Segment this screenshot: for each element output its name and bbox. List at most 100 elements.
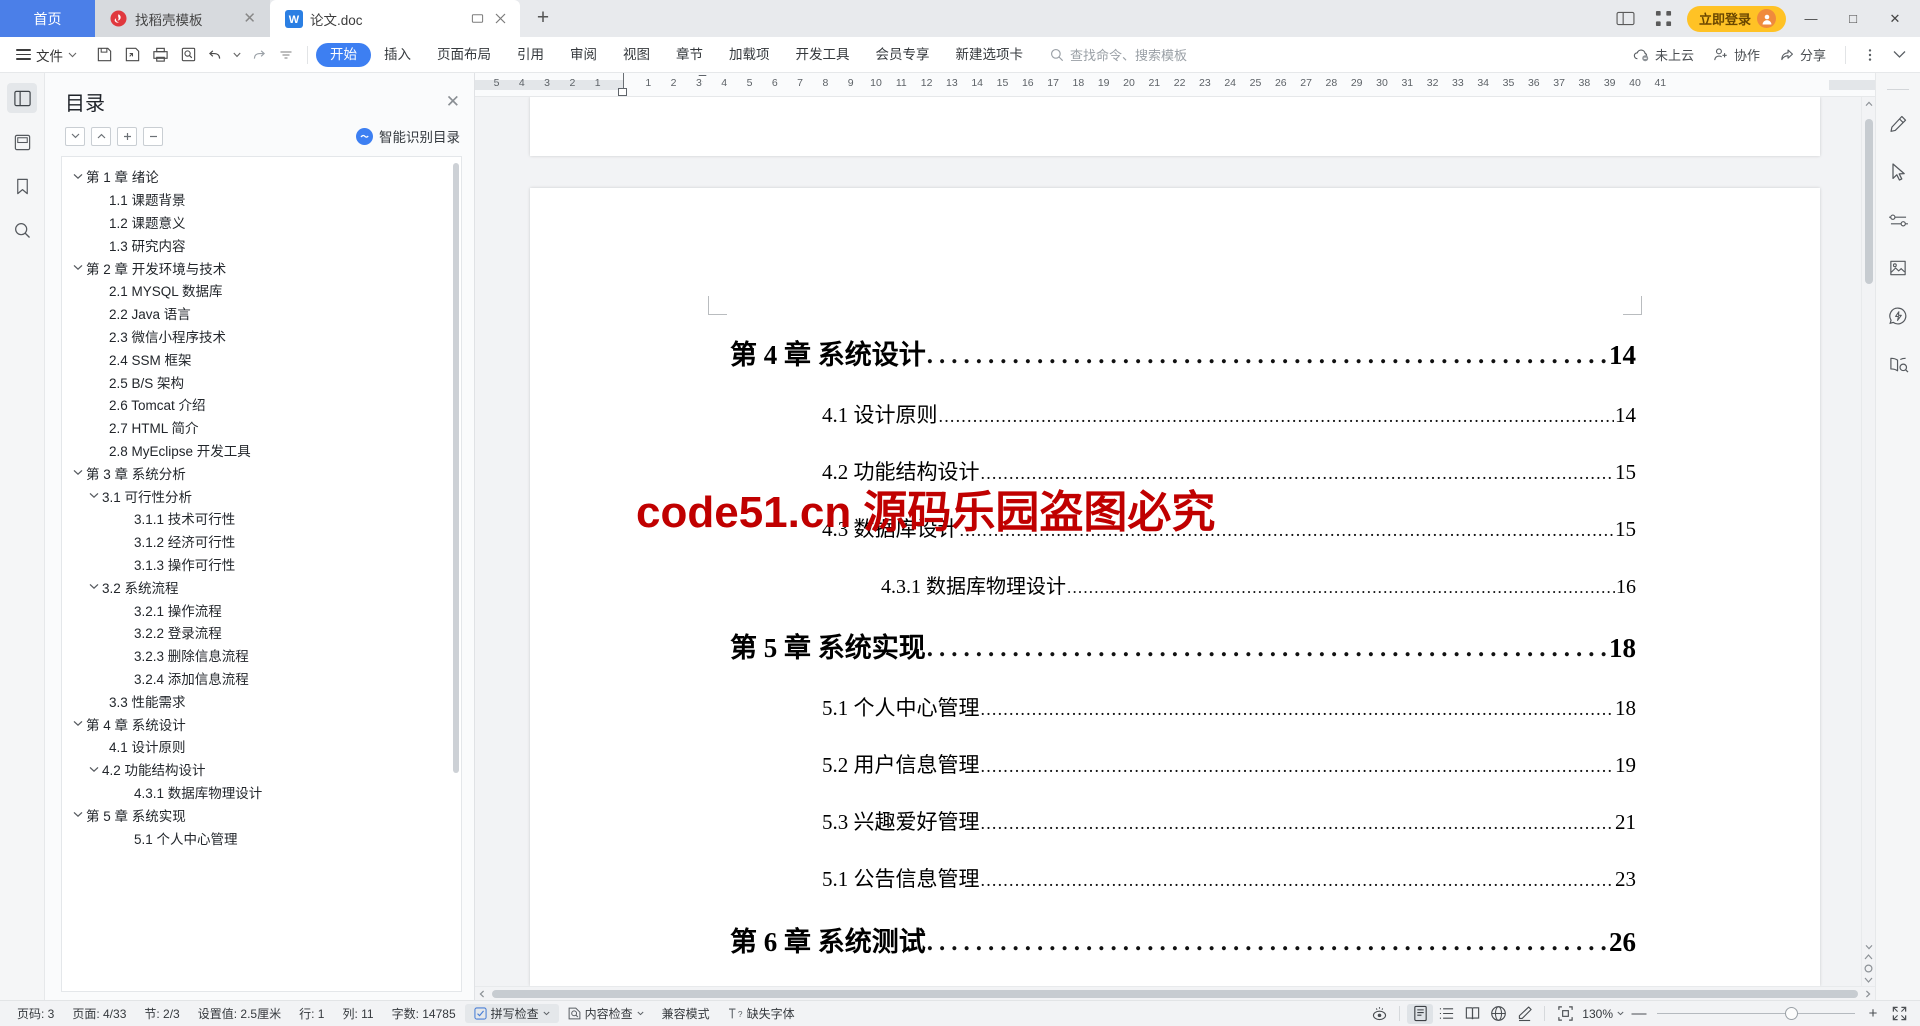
chevron-down-icon[interactable] — [70, 811, 86, 818]
status-word-count[interactable]: 字数: 14785 — [383, 1005, 465, 1022]
cloud-status-button[interactable]: 未上云 — [1625, 42, 1702, 68]
zoom-in-button[interactable]: + — [1864, 1005, 1882, 1022]
outline-item[interactable]: 第 3 章 系统分析 — [62, 461, 461, 484]
outline-item[interactable]: 3.2.3 删除信息流程 — [62, 644, 461, 667]
outline-item[interactable]: 第 4 章 系统设计 — [62, 712, 461, 735]
zoom-slider-handle[interactable] — [1785, 1007, 1798, 1021]
outline-item[interactable]: 2.1 MYSQL 数据库 — [62, 279, 461, 302]
redo-icon[interactable] — [245, 42, 271, 68]
pen-tool-icon[interactable] — [1883, 110, 1913, 138]
outline-view-icon[interactable] — [1433, 1004, 1459, 1024]
scroll-up-icon[interactable] — [1862, 97, 1876, 111]
document-toc-entry[interactable]: 4.1 设计原则................................… — [714, 399, 1636, 429]
print-preview-icon[interactable] — [175, 42, 201, 68]
share-button[interactable]: 分享 — [1771, 42, 1834, 68]
ribbon-tab-home[interactable]: 开始 — [316, 42, 371, 67]
chevron-down-icon[interactable] — [70, 264, 86, 271]
bookmark-panel-icon[interactable] — [7, 171, 37, 201]
document-toc-entry[interactable]: 4.2 功能结构设计..............................… — [714, 456, 1636, 486]
outline-item[interactable]: 4.2 功能结构设计 — [62, 758, 461, 781]
previous-page-icon[interactable] — [1864, 953, 1873, 961]
outline-item[interactable]: 3.2.1 操作流程 — [62, 598, 461, 621]
thumbnail-panel-icon[interactable] — [7, 127, 37, 157]
zoom-slider-track[interactable] — [1657, 1007, 1855, 1021]
window-close-button[interactable]: ✕ — [1878, 0, 1912, 37]
ribbon-tab-section[interactable]: 章节 — [663, 43, 716, 67]
tab-document-active[interactable]: W 论文.doc — [270, 0, 520, 37]
scroll-down-icon[interactable] — [1865, 944, 1873, 950]
document-toc-entry[interactable]: 第 4 章 系统设计..............................… — [714, 333, 1636, 372]
grid-apps-icon[interactable] — [1649, 6, 1679, 32]
document-toc-entry[interactable]: 第 5 章 系统实现..............................… — [714, 626, 1636, 665]
web-view-icon[interactable] — [1485, 1004, 1511, 1024]
read-view-icon[interactable] — [1459, 1004, 1485, 1024]
cursor-select-icon[interactable] — [1883, 158, 1913, 186]
document-vertical-scrollbar[interactable] — [1861, 97, 1875, 986]
login-button[interactable]: 立即登录 — [1686, 5, 1786, 32]
outline-item[interactable]: 第 2 章 开发环境与技术 — [62, 256, 461, 279]
status-compat-mode[interactable]: 兼容模式 — [653, 1005, 719, 1022]
horizontal-scroll-track[interactable] — [489, 987, 1861, 1001]
outline-item[interactable]: 3.1.3 操作可行性 — [62, 553, 461, 576]
zoom-slider[interactable]: — + — [1630, 1005, 1882, 1022]
collapse-down-icon[interactable] — [65, 126, 85, 146]
status-row[interactable]: 行: 1 — [290, 1005, 333, 1022]
outline-item[interactable]: 5.1 个人中心管理 — [62, 826, 461, 849]
command-search[interactable]: 查找命令、搜索模板 — [1050, 45, 1187, 64]
outline-item[interactable]: 3.2.4 添加信息流程 — [62, 667, 461, 690]
fullscreen-icon[interactable] — [1886, 1004, 1912, 1024]
outline-scrollbar-thumb[interactable] — [453, 163, 459, 773]
document-toc-entry[interactable]: 第 6 章 系统测试..............................… — [714, 920, 1636, 959]
tab-docer-template[interactable]: 找稻壳模板 ✕ — [95, 0, 270, 37]
chevron-down-icon[interactable] — [70, 469, 86, 476]
horizontal-ruler[interactable]: 7654321123456789101112131415161718192021… — [475, 73, 1875, 97]
settings-sliders-icon[interactable] — [1883, 206, 1913, 234]
close-icon[interactable]: ✕ — [446, 93, 460, 110]
status-content-check[interactable]: 内容检查 — [559, 1005, 653, 1022]
fit-page-icon[interactable] — [1552, 1004, 1578, 1024]
document-toc-entry[interactable]: 5.3 兴趣爱好管理..............................… — [714, 806, 1636, 836]
undo-icon[interactable] — [203, 42, 229, 68]
scroll-right-icon[interactable] — [1861, 990, 1875, 998]
new-tab-button[interactable]: + — [528, 3, 558, 33]
outline-item[interactable]: 3.2.2 登录流程 — [62, 621, 461, 644]
outline-item[interactable]: 1.1 课题背景 — [62, 188, 461, 211]
outline-item[interactable]: 1.3 研究内容 — [62, 233, 461, 256]
document-toc-entry[interactable]: 5.2 用户信息管理..............................… — [714, 749, 1636, 779]
search-panel-icon[interactable] — [7, 215, 37, 245]
tab-restore-icon[interactable] — [471, 12, 484, 25]
chevron-down-icon[interactable] — [86, 492, 102, 499]
zoom-level[interactable]: 130% — [1578, 1007, 1626, 1021]
book-search-icon[interactable] — [1883, 350, 1913, 378]
status-missing-font[interactable]: ? 缺失字体 — [719, 1005, 804, 1022]
ribbon-tab-new[interactable]: 新建选项卡 — [943, 43, 1037, 67]
split-view-icon[interactable] — [1611, 6, 1641, 32]
save-as-icon[interactable] — [119, 42, 145, 68]
chevron-down-icon[interactable] — [543, 1011, 550, 1016]
customize-toolbar-icon[interactable] — [273, 42, 299, 68]
outline-panel-icon[interactable] — [7, 83, 37, 113]
outline-item[interactable]: 2.6 Tomcat 介绍 — [62, 393, 461, 416]
maximize-button[interactable]: □ — [1836, 0, 1870, 37]
collapse-minus-icon[interactable] — [143, 126, 163, 146]
ribbon-tab-insert[interactable]: 插入 — [371, 43, 424, 67]
chevron-down-icon[interactable] — [1617, 1011, 1624, 1016]
tab-close-icon[interactable] — [495, 13, 506, 24]
ribbon-tab-member[interactable]: 会员专享 — [863, 43, 943, 67]
left-indent-marker[interactable] — [618, 87, 627, 96]
document-toc-content[interactable]: 第 4 章 系统设计..............................… — [530, 188, 1820, 959]
outline-item[interactable]: 2.7 HTML 简介 — [62, 416, 461, 439]
select-browse-object-icon[interactable] — [1864, 964, 1873, 973]
document-toc-entry[interactable]: 4.3.1 数据库物理设计...........................… — [714, 570, 1636, 599]
ribbon-tab-page-layout[interactable]: 页面布局 — [424, 43, 504, 67]
chevron-down-icon[interactable] — [86, 766, 102, 773]
outline-item[interactable]: 2.8 MyEclipse 开发工具 — [62, 439, 461, 462]
document-toc-entry[interactable]: 4.3 数据库设计...............................… — [714, 513, 1636, 543]
outline-item[interactable]: 3.1.1 技术可行性 — [62, 507, 461, 530]
ai-recognize-toc-button[interactable]: 智能识别目录 — [356, 126, 460, 146]
outline-item[interactable]: 2.4 SSM 框架 — [62, 347, 461, 370]
document-toc-entry[interactable]: 5.1 个人中心管理..............................… — [714, 692, 1636, 722]
ribbon-tab-review[interactable]: 审阅 — [557, 43, 610, 67]
horizontal-scrollbar-thumb[interactable] — [492, 989, 1858, 998]
outline-item[interactable]: 3.2 系统流程 — [62, 575, 461, 598]
